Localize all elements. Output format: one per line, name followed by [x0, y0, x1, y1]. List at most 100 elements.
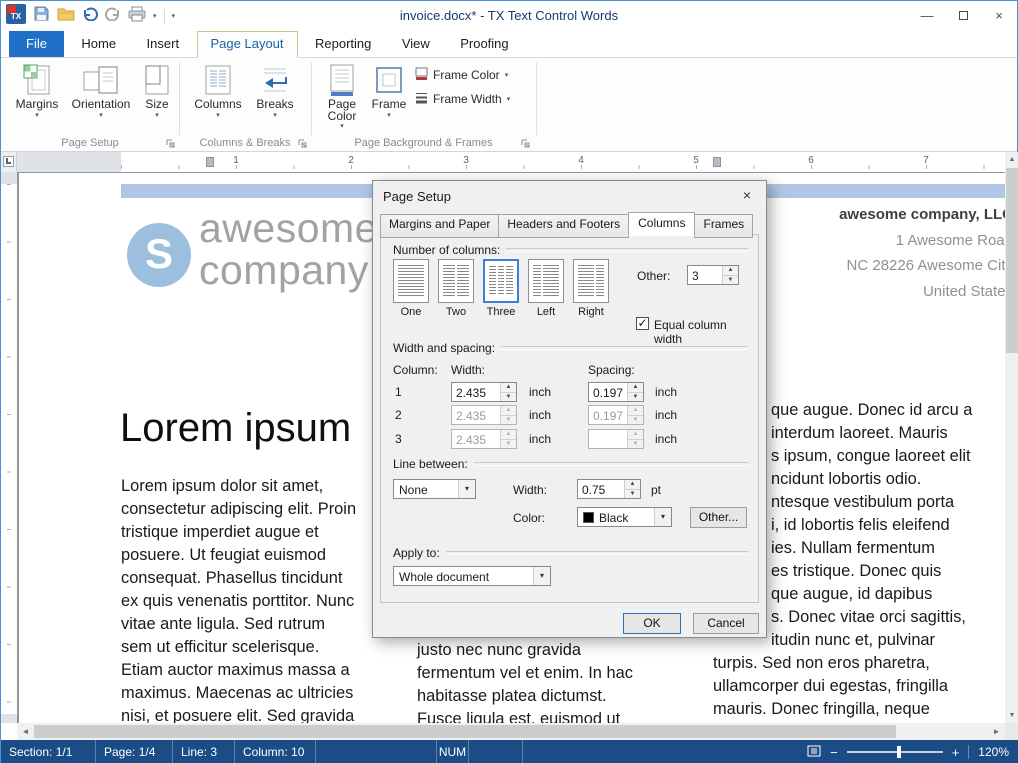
- apply-to-dropdown[interactable]: Whole document ▾: [393, 566, 551, 586]
- ruler-text-area: [121, 152, 1005, 172]
- other-color-button[interactable]: Other...: [690, 507, 747, 528]
- zoom-in-button[interactable]: +: [952, 746, 960, 759]
- preset-one[interactable]: One: [389, 259, 433, 318]
- scroll-left-icon[interactable]: ◄: [17, 723, 34, 740]
- frame-color-button[interactable]: Frame Color ▾: [415, 65, 508, 84]
- customize-toolbar-dropdown-icon[interactable]: ▾: [172, 12, 176, 20]
- other-label: Other:: [637, 269, 670, 283]
- vertical-ruler[interactable]: [1, 172, 17, 723]
- horizontal-scrollbar[interactable]: ◄ ►: [17, 723, 1005, 740]
- size-button[interactable]: Size ▾: [137, 61, 177, 121]
- margins-button[interactable]: Margins ▾: [9, 61, 65, 121]
- svg-text:TX: TX: [11, 12, 22, 21]
- tab-stop-selector[interactable]: [3, 156, 14, 167]
- preset-left[interactable]: Left: [524, 259, 568, 318]
- orientation-button[interactable]: Orientation ▾: [67, 61, 135, 121]
- spin-down-icon[interactable]: ▼: [501, 393, 516, 402]
- text-line: habitasse platea dictumst.: [417, 685, 697, 708]
- tab-file[interactable]: File: [9, 31, 64, 57]
- ruler-number: 6: [808, 155, 814, 166]
- line-width-spinner[interactable]: 0.75 ▲▼: [577, 479, 641, 499]
- zoom-slider-thumb[interactable]: [897, 746, 901, 758]
- color-label: Color:: [513, 511, 545, 525]
- color-dropdown[interactable]: Black ▾: [577, 507, 672, 527]
- indent-marker[interactable]: [713, 157, 721, 167]
- dialog-close-button[interactable]: ×: [738, 187, 756, 203]
- spin-up-icon[interactable]: ▲: [723, 266, 738, 276]
- scroll-up-icon[interactable]: ▲: [1005, 156, 1018, 163]
- page-setup-dialog-launcher[interactable]: [165, 136, 177, 148]
- horizontal-ruler[interactable]: 1 2 3 4 5 6 7: [17, 152, 1005, 172]
- vertical-scrollbar[interactable]: ▲ ▼: [1005, 152, 1018, 723]
- width-spinner-1[interactable]: 2.435 ▲▼: [451, 382, 517, 402]
- row-index: 3: [395, 432, 402, 446]
- equal-column-width-checkbox[interactable]: ✓: [636, 317, 649, 330]
- vertical-scrollbar-thumb[interactable]: [1006, 168, 1018, 353]
- preset-three-selected[interactable]: Three: [479, 259, 523, 318]
- line-width-unit: pt: [651, 483, 661, 497]
- preset-two[interactable]: Two: [434, 259, 478, 318]
- close-button[interactable]: ×: [981, 1, 1017, 31]
- spin-up-icon[interactable]: ▲: [625, 480, 640, 490]
- line-between-dropdown[interactable]: None ▾: [393, 479, 476, 499]
- dialog-tab-frames[interactable]: Frames: [694, 214, 753, 238]
- section-number-of-columns: Number of columns:: [393, 243, 748, 257]
- indent-marker[interactable]: [206, 157, 214, 167]
- text-line: justo nec nunc gravida: [417, 639, 697, 662]
- scroll-down-icon[interactable]: ▼: [1005, 712, 1018, 719]
- text-line: ncidunt lobortis odio.: [771, 468, 1005, 491]
- save-icon[interactable]: [33, 5, 50, 27]
- breaks-button[interactable]: Breaks ▾: [249, 61, 301, 121]
- frame-width-icon: [415, 91, 428, 107]
- fit-page-icon[interactable]: [807, 745, 821, 760]
- open-icon[interactable]: [57, 6, 75, 27]
- frame-button[interactable]: Frame ▾: [367, 61, 411, 121]
- tab-view[interactable]: View: [389, 31, 443, 57]
- frame-width-button[interactable]: Frame Width ▾: [415, 89, 510, 108]
- page-color-button[interactable]: Page Color ▾: [319, 61, 365, 132]
- scroll-right-icon[interactable]: ►: [988, 723, 1005, 740]
- maximize-button[interactable]: [945, 1, 981, 31]
- section-apply-to: Apply to:: [393, 546, 748, 560]
- tab-page-layout[interactable]: Page Layout: [197, 31, 298, 58]
- text-line: consequat. Phasellus tincidunt: [121, 567, 401, 590]
- tab-proofing[interactable]: Proofing: [447, 31, 521, 57]
- tab-reporting[interactable]: Reporting: [302, 31, 384, 57]
- undo-icon[interactable]: [82, 6, 98, 26]
- app-logo-icon[interactable]: TX: [6, 4, 26, 29]
- group-separator: [311, 62, 312, 135]
- redo-icon[interactable]: [105, 6, 121, 26]
- spin-up-icon[interactable]: ▲: [628, 383, 643, 393]
- page-background-dialog-launcher[interactable]: [520, 136, 532, 148]
- text-line: ies. Nullam fermentum: [771, 537, 1005, 560]
- spin-down-icon[interactable]: ▼: [625, 490, 640, 499]
- columns-button[interactable]: Columns ▾: [189, 61, 247, 121]
- dialog-tab-headers-footers[interactable]: Headers and Footers: [498, 214, 629, 238]
- text-line: ullamcorper dui egestas, fringilla: [713, 675, 1005, 698]
- spin-down-icon[interactable]: ▼: [723, 276, 738, 285]
- text-line: interdum laoreet. Mauris: [771, 422, 1005, 445]
- text-line: s ipsum, congue laoreet elit: [771, 445, 1005, 468]
- spacing-spinner-1[interactable]: 0.197 ▲▼: [588, 382, 644, 402]
- print-dropdown-icon[interactable]: ▾: [153, 12, 157, 20]
- text-line: itudin nunc et, pulvinar: [771, 629, 1005, 652]
- zoom-slider[interactable]: [847, 751, 943, 753]
- columns-breaks-dialog-launcher[interactable]: [297, 136, 309, 148]
- print-icon[interactable]: [128, 6, 146, 27]
- spin-down-icon[interactable]: ▼: [628, 393, 643, 402]
- zoom-controls: − + 120%: [807, 740, 1018, 763]
- tab-home[interactable]: Home: [68, 31, 129, 57]
- tab-insert[interactable]: Insert: [134, 31, 193, 57]
- dialog-tab-columns[interactable]: Columns: [628, 212, 695, 236]
- columns-icon: [189, 61, 247, 98]
- width-spinner-3: 2.435 ▲▼: [451, 429, 517, 449]
- minimize-button[interactable]: —: [909, 1, 945, 31]
- ok-button[interactable]: OK: [623, 613, 681, 634]
- cancel-button[interactable]: Cancel: [693, 613, 759, 634]
- horizontal-scrollbar-thumb[interactable]: [34, 725, 896, 738]
- other-columns-spinner[interactable]: 3 ▲▼: [687, 265, 739, 285]
- preset-right[interactable]: Right: [569, 259, 613, 318]
- spin-up-icon[interactable]: ▲: [501, 383, 516, 393]
- dialog-tab-margins-paper[interactable]: Margins and Paper: [380, 214, 499, 238]
- zoom-out-button[interactable]: −: [830, 746, 838, 759]
